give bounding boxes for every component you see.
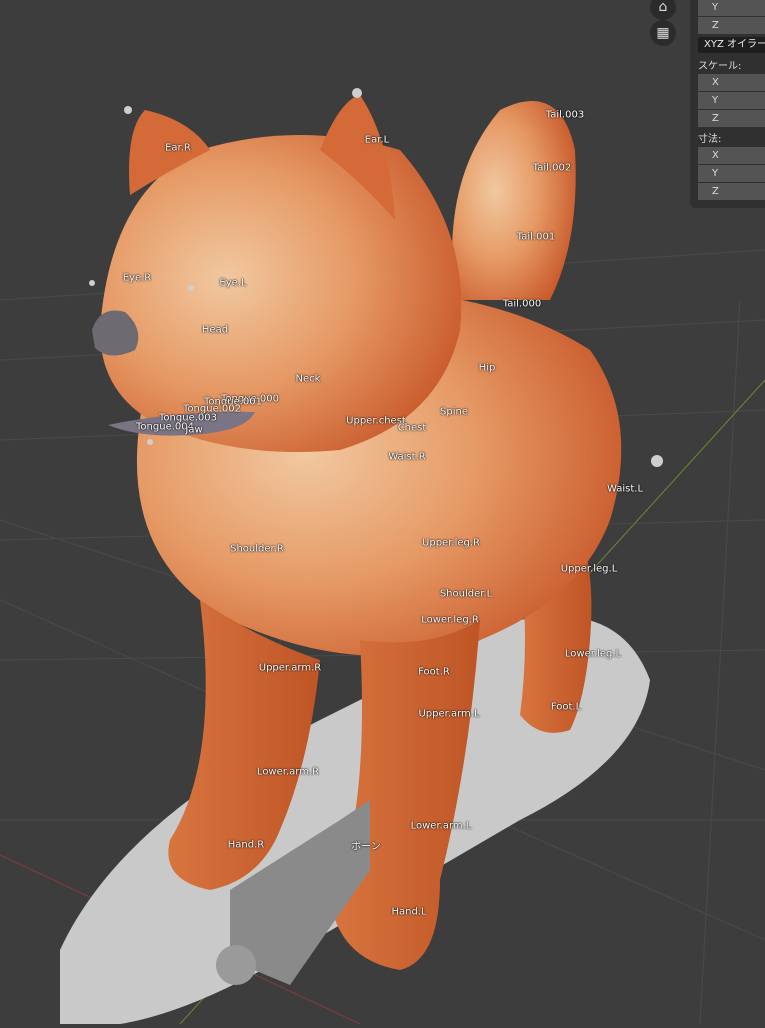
bone-label[interactable]: Spine bbox=[440, 407, 468, 418]
scale-x-field[interactable]: X bbox=[698, 74, 765, 91]
bone-label[interactable]: Tail.002 bbox=[533, 163, 571, 174]
dimensions-y-field[interactable]: Y bbox=[698, 165, 765, 182]
bone-label[interactable]: Jaw bbox=[185, 425, 202, 436]
rotation-mode-select[interactable]: XYZ オイラー bbox=[698, 37, 765, 53]
grid-icon[interactable]: ▦ bbox=[650, 20, 676, 46]
tail bbox=[452, 101, 576, 300]
bone-label[interactable]: Head bbox=[202, 325, 228, 336]
bone-label[interactable]: Foot.L bbox=[551, 702, 581, 713]
dimensions-label: 寸法: bbox=[698, 134, 722, 145]
transform-panel: Y Z XYZ オイラー スケール: X Y Z 寸法: X Y Z bbox=[690, 0, 765, 208]
scale-z-field[interactable]: Z bbox=[698, 110, 765, 127]
scale-label: スケール: bbox=[698, 61, 742, 72]
bone-label[interactable]: Foot.R bbox=[418, 667, 450, 678]
dimensions-x-field[interactable]: X bbox=[698, 147, 765, 164]
bone-label[interactable]: Shoulder.L bbox=[440, 589, 492, 600]
bone-label[interactable]: Lower.leg.L bbox=[565, 649, 621, 660]
bone-label[interactable]: Eye.L bbox=[219, 278, 246, 289]
bone-label[interactable]: Upper.arm.L bbox=[418, 709, 479, 720]
bone-label[interactable]: Eye.R bbox=[123, 273, 152, 284]
bone-label[interactable]: Tail.003 bbox=[546, 110, 584, 121]
bone-label[interactable]: Lower.arm.R bbox=[257, 767, 319, 778]
dimensions-z-field[interactable]: Z bbox=[698, 183, 765, 200]
bone-label[interactable]: Ear.L bbox=[365, 135, 389, 146]
bone-label[interactable]: Tail.001 bbox=[517, 232, 555, 243]
bone-label[interactable]: Hip bbox=[479, 363, 496, 374]
bone-label[interactable]: Neck bbox=[296, 374, 321, 385]
bone-label[interactable]: Hand.L bbox=[391, 907, 426, 918]
scale-y-field[interactable]: Y bbox=[698, 92, 765, 109]
rotation-y-field[interactable]: Y bbox=[698, 0, 765, 16]
bone-label[interactable]: Lower.leg.R bbox=[421, 615, 479, 626]
bone-label[interactable]: Upper.arm.R bbox=[259, 663, 321, 674]
bone-label[interactable]: Upper.leg.L bbox=[561, 564, 618, 575]
bone-label[interactable]: Ear.R bbox=[165, 143, 191, 154]
bone-label[interactable]: Chest bbox=[398, 423, 427, 434]
bone-label[interactable]: Waist.R bbox=[388, 452, 425, 463]
bone-label[interactable]: Tail.000 bbox=[503, 299, 541, 310]
bone-label[interactable]: ボーン bbox=[351, 838, 381, 853]
bone-label[interactable]: Lower.arm.L bbox=[411, 821, 472, 832]
bone-label[interactable]: Shoulder.R bbox=[230, 544, 284, 555]
scene bbox=[0, 88, 765, 1027]
bone-label[interactable]: Upper.leg.R bbox=[422, 538, 480, 549]
bone-label[interactable]: Hand.R bbox=[228, 840, 264, 851]
head bbox=[100, 135, 462, 452]
3d-viewport[interactable]: ⌂ ▦ Y Z XYZ オイラー スケール: X Y Z 寸法: X Y Z E… bbox=[0, 0, 765, 1027]
bone-label[interactable]: Waist.L bbox=[607, 484, 643, 495]
rotation-z-field[interactable]: Z bbox=[698, 17, 765, 34]
